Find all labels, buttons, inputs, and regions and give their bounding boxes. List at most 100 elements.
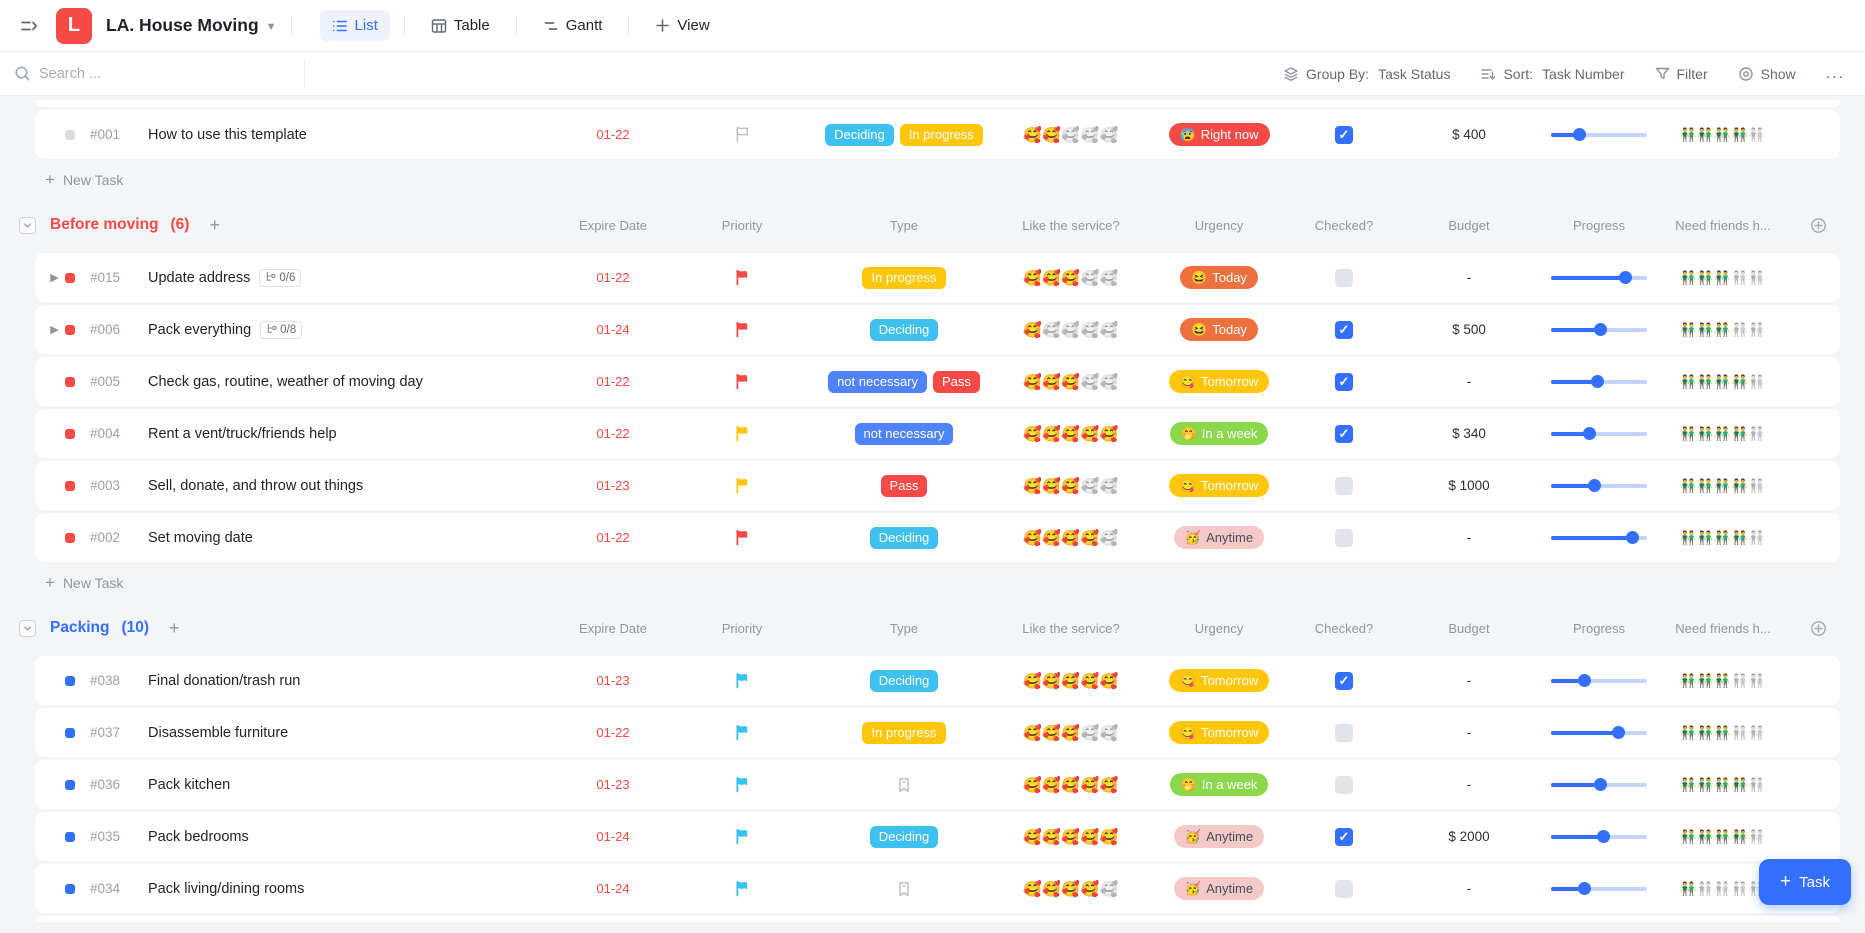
expire-date-cell[interactable]: 01-24 <box>548 322 678 337</box>
task-title[interactable]: Update address <box>148 270 250 286</box>
progress-slider[interactable] <box>1551 726 1647 740</box>
progress-handle[interactable] <box>1573 128 1586 141</box>
like-rating-cell[interactable]: 🥰🥰🥰🥰🥰 <box>1002 373 1140 391</box>
task-status-bullet[interactable] <box>65 429 75 439</box>
task-status-bullet[interactable] <box>65 481 75 491</box>
budget-cell[interactable]: - <box>1390 777 1548 792</box>
column-header[interactable]: Like the service? <box>1002 621 1140 636</box>
friends-rating-cell[interactable]: 👬👬👬👬👬 <box>1650 426 1796 442</box>
budget-cell[interactable]: - <box>1390 725 1548 740</box>
progress-slider[interactable] <box>1551 882 1647 896</box>
type-badge[interactable]: Deciding <box>870 826 939 848</box>
chevron-down-icon[interactable]: ▼ <box>266 21 277 33</box>
checkbox[interactable]: ✓ <box>1335 321 1353 339</box>
checkbox[interactable] <box>1335 776 1353 794</box>
type-badge[interactable]: not necessary <box>828 371 927 393</box>
subtask-count-chip[interactable]: 0/6 <box>259 269 301 287</box>
task-title[interactable]: Set moving date <box>148 530 253 546</box>
column-header[interactable]: Type <box>806 218 1002 233</box>
budget-cell[interactable]: $ 500 <box>1390 322 1548 337</box>
progress-slider[interactable] <box>1551 323 1647 337</box>
priority-cell[interactable] <box>678 269 806 286</box>
column-header[interactable]: Progress <box>1548 218 1650 233</box>
column-header[interactable]: Like the service? <box>1002 218 1140 233</box>
urgency-cell[interactable]: 😰Right now <box>1140 123 1298 146</box>
column-header[interactable]: Priority <box>678 621 806 636</box>
type-cell[interactable]: Pass <box>806 475 1002 497</box>
urgency-cell[interactable]: 🥳Anytime <box>1140 877 1298 900</box>
task-title[interactable]: Pack bedrooms <box>148 829 249 845</box>
tab-list[interactable]: List <box>320 10 390 41</box>
type-cell[interactable]: In progress <box>806 722 1002 744</box>
sort-control[interactable]: Sort: Task Number <box>1480 66 1624 82</box>
priority-cell[interactable] <box>678 373 806 390</box>
column-header[interactable]: Urgency <box>1140 218 1298 233</box>
progress-slider[interactable] <box>1551 375 1647 389</box>
task-status-bullet[interactable] <box>65 884 75 894</box>
urgency-badge[interactable]: 😆Today <box>1180 266 1258 289</box>
add-task-to-group-icon[interactable]: + <box>169 618 180 639</box>
priority-cell[interactable] <box>678 776 806 793</box>
column-header[interactable]: Budget <box>1390 218 1548 233</box>
column-header[interactable]: Need friends h... <box>1650 621 1796 636</box>
expire-date-cell[interactable]: 01-23 <box>548 478 678 493</box>
type-badge[interactable]: Deciding <box>870 670 939 692</box>
column-header[interactable]: Budget <box>1390 621 1548 636</box>
subtask-count-chip[interactable]: 0/8 <box>260 321 302 339</box>
urgency-badge[interactable]: 😆Today <box>1180 318 1258 341</box>
urgency-badge[interactable]: 🤭In a week <box>1170 773 1269 796</box>
priority-cell[interactable] <box>678 724 806 741</box>
progress-slider[interactable] <box>1551 674 1647 688</box>
column-header[interactable]: Urgency <box>1140 621 1298 636</box>
type-cell[interactable]: In progress <box>806 267 1002 289</box>
column-header[interactable]: Checked? <box>1298 621 1390 636</box>
task-status-bullet[interactable] <box>65 377 75 387</box>
progress-handle[interactable] <box>1578 674 1591 687</box>
tab-table[interactable]: Table <box>419 10 502 41</box>
urgency-cell[interactable]: 🥳Anytime <box>1140 825 1298 848</box>
budget-cell[interactable]: $ 1000 <box>1390 478 1548 493</box>
expire-date-cell[interactable]: 01-23 <box>548 673 678 688</box>
urgency-cell[interactable]: 😆Today <box>1140 318 1298 341</box>
urgency-cell[interactable]: 😋Tomorrow <box>1140 669 1298 692</box>
progress-handle[interactable] <box>1612 726 1625 739</box>
checkbox[interactable] <box>1335 529 1353 547</box>
progress-slider[interactable] <box>1551 778 1647 792</box>
expire-date-cell[interactable]: 01-22 <box>548 530 678 545</box>
task-title[interactable]: Rent a vent/truck/friends help <box>148 426 337 442</box>
expand-subtasks-icon[interactable]: ▶ <box>44 323 65 336</box>
like-rating-cell[interactable]: 🥰🥰🥰🥰🥰 <box>1002 724 1140 742</box>
friends-rating-cell[interactable]: 👬👬👬👬👬 <box>1650 127 1796 143</box>
expire-date-cell[interactable]: 01-24 <box>548 829 678 844</box>
budget-cell[interactable]: $ 2000 <box>1390 829 1548 844</box>
budget-cell[interactable]: $ 400 <box>1390 127 1548 142</box>
column-header[interactable]: Progress <box>1548 621 1650 636</box>
urgency-cell[interactable]: 😋Tomorrow <box>1140 370 1298 393</box>
urgency-badge[interactable]: 🤭In a week <box>1170 422 1269 445</box>
checkbox[interactable]: ✓ <box>1335 828 1353 846</box>
urgency-badge[interactable]: 🥳Anytime <box>1174 877 1264 900</box>
type-cell[interactable]: Deciding <box>806 319 1002 341</box>
column-header[interactable]: Expire Date <box>548 621 678 636</box>
type-cell[interactable]: Deciding <box>806 826 1002 848</box>
type-badge[interactable]: In progress <box>862 722 945 744</box>
type-cell[interactable]: DecidingIn progress <box>806 124 1002 146</box>
friends-rating-cell[interactable]: 👬👬👬👬👬 <box>1650 478 1796 494</box>
progress-handle[interactable] <box>1619 271 1632 284</box>
task-status-bullet[interactable] <box>65 832 75 842</box>
like-rating-cell[interactable]: 🥰🥰🥰🥰🥰 <box>1002 880 1140 898</box>
like-rating-cell[interactable]: 🥰🥰🥰🥰🥰 <box>1002 269 1140 287</box>
type-badge[interactable]: Pass <box>881 475 928 497</box>
task-title[interactable]: Disassemble furniture <box>148 725 288 741</box>
urgency-cell[interactable]: 🤭In a week <box>1140 422 1298 445</box>
bookmark-icon[interactable] <box>896 881 912 897</box>
priority-cell[interactable] <box>678 672 806 689</box>
type-cell[interactable]: not necessaryPass <box>806 371 1002 393</box>
friends-rating-cell[interactable]: 👬👬👬👬👬 <box>1650 725 1796 741</box>
add-column-icon[interactable] <box>1796 620 1840 637</box>
progress-slider[interactable] <box>1551 479 1647 493</box>
task-title[interactable]: Sell, donate, and throw out things <box>148 478 363 494</box>
priority-cell[interactable] <box>678 828 806 845</box>
type-badge[interactable]: Deciding <box>870 319 939 341</box>
type-badge[interactable]: In progress <box>900 124 983 146</box>
